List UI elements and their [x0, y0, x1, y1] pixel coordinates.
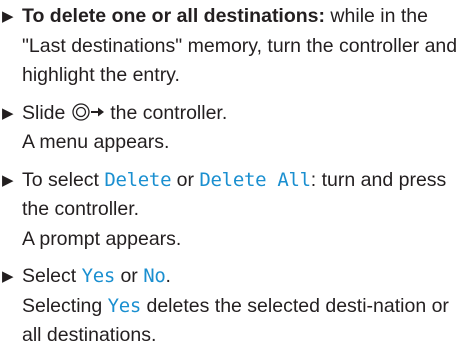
step-delete-destinations: ▶ To delete one or all destinations: whi…: [0, 2, 466, 91]
step-instruction: To select Delete or Delete All: turn and…: [22, 166, 462, 225]
step-instruction: Slide the controller.: [22, 99, 462, 129]
step-arrow-icon: ▶: [2, 268, 14, 285]
step-text-post: the controller.: [104, 101, 228, 124]
step-body: To select Delete or Delete All: turn and…: [22, 166, 466, 255]
step-arrow-icon: ▶: [2, 8, 14, 25]
controller-slide-right-icon: [71, 102, 105, 122]
step-select-yes-no: ▶ Select Yes or No. Selecting Yes delete…: [0, 262, 466, 342]
option-delete-all: Delete All: [199, 168, 311, 191]
option-delete: Delete: [104, 168, 172, 191]
step-text-mid: or: [171, 168, 200, 191]
step-select-delete: ▶ To select Delete or Delete All: turn a…: [0, 166, 466, 255]
result-text-pre: Selecting: [22, 294, 108, 317]
step-text-pre: Select: [22, 265, 82, 287]
step-text-pre: To select: [22, 168, 105, 191]
step-text-post: .: [165, 265, 171, 287]
step-heading: To delete one or all destinations:: [22, 5, 326, 27]
step-slide-controller: ▶ Slide the controller. A menu appears.: [0, 99, 466, 158]
step-result: A prompt appears.: [22, 227, 182, 250]
step-instruction: Select Yes or No.: [22, 262, 462, 292]
option-no: No: [143, 265, 166, 287]
step-body: To delete one or all destinations: while…: [22, 2, 466, 91]
step-body: Select Yes or No. Selecting Yes deletes …: [22, 262, 466, 342]
option-yes: Yes: [107, 294, 142, 317]
option-yes: Yes: [81, 265, 116, 287]
instruction-page: ▶ To delete one or all destinations: whi…: [0, 0, 466, 342]
step-body: Slide the controller. A menu appears.: [22, 99, 466, 158]
step-text-pre: Slide: [22, 101, 71, 124]
step-result: Selecting Yes deletes the selected desti…: [22, 292, 462, 342]
step-result: A menu appears.: [22, 131, 170, 153]
step-arrow-icon: ▶: [2, 171, 14, 189]
step-arrow-icon: ▶: [2, 104, 14, 122]
step-text-mid: or: [115, 265, 144, 287]
